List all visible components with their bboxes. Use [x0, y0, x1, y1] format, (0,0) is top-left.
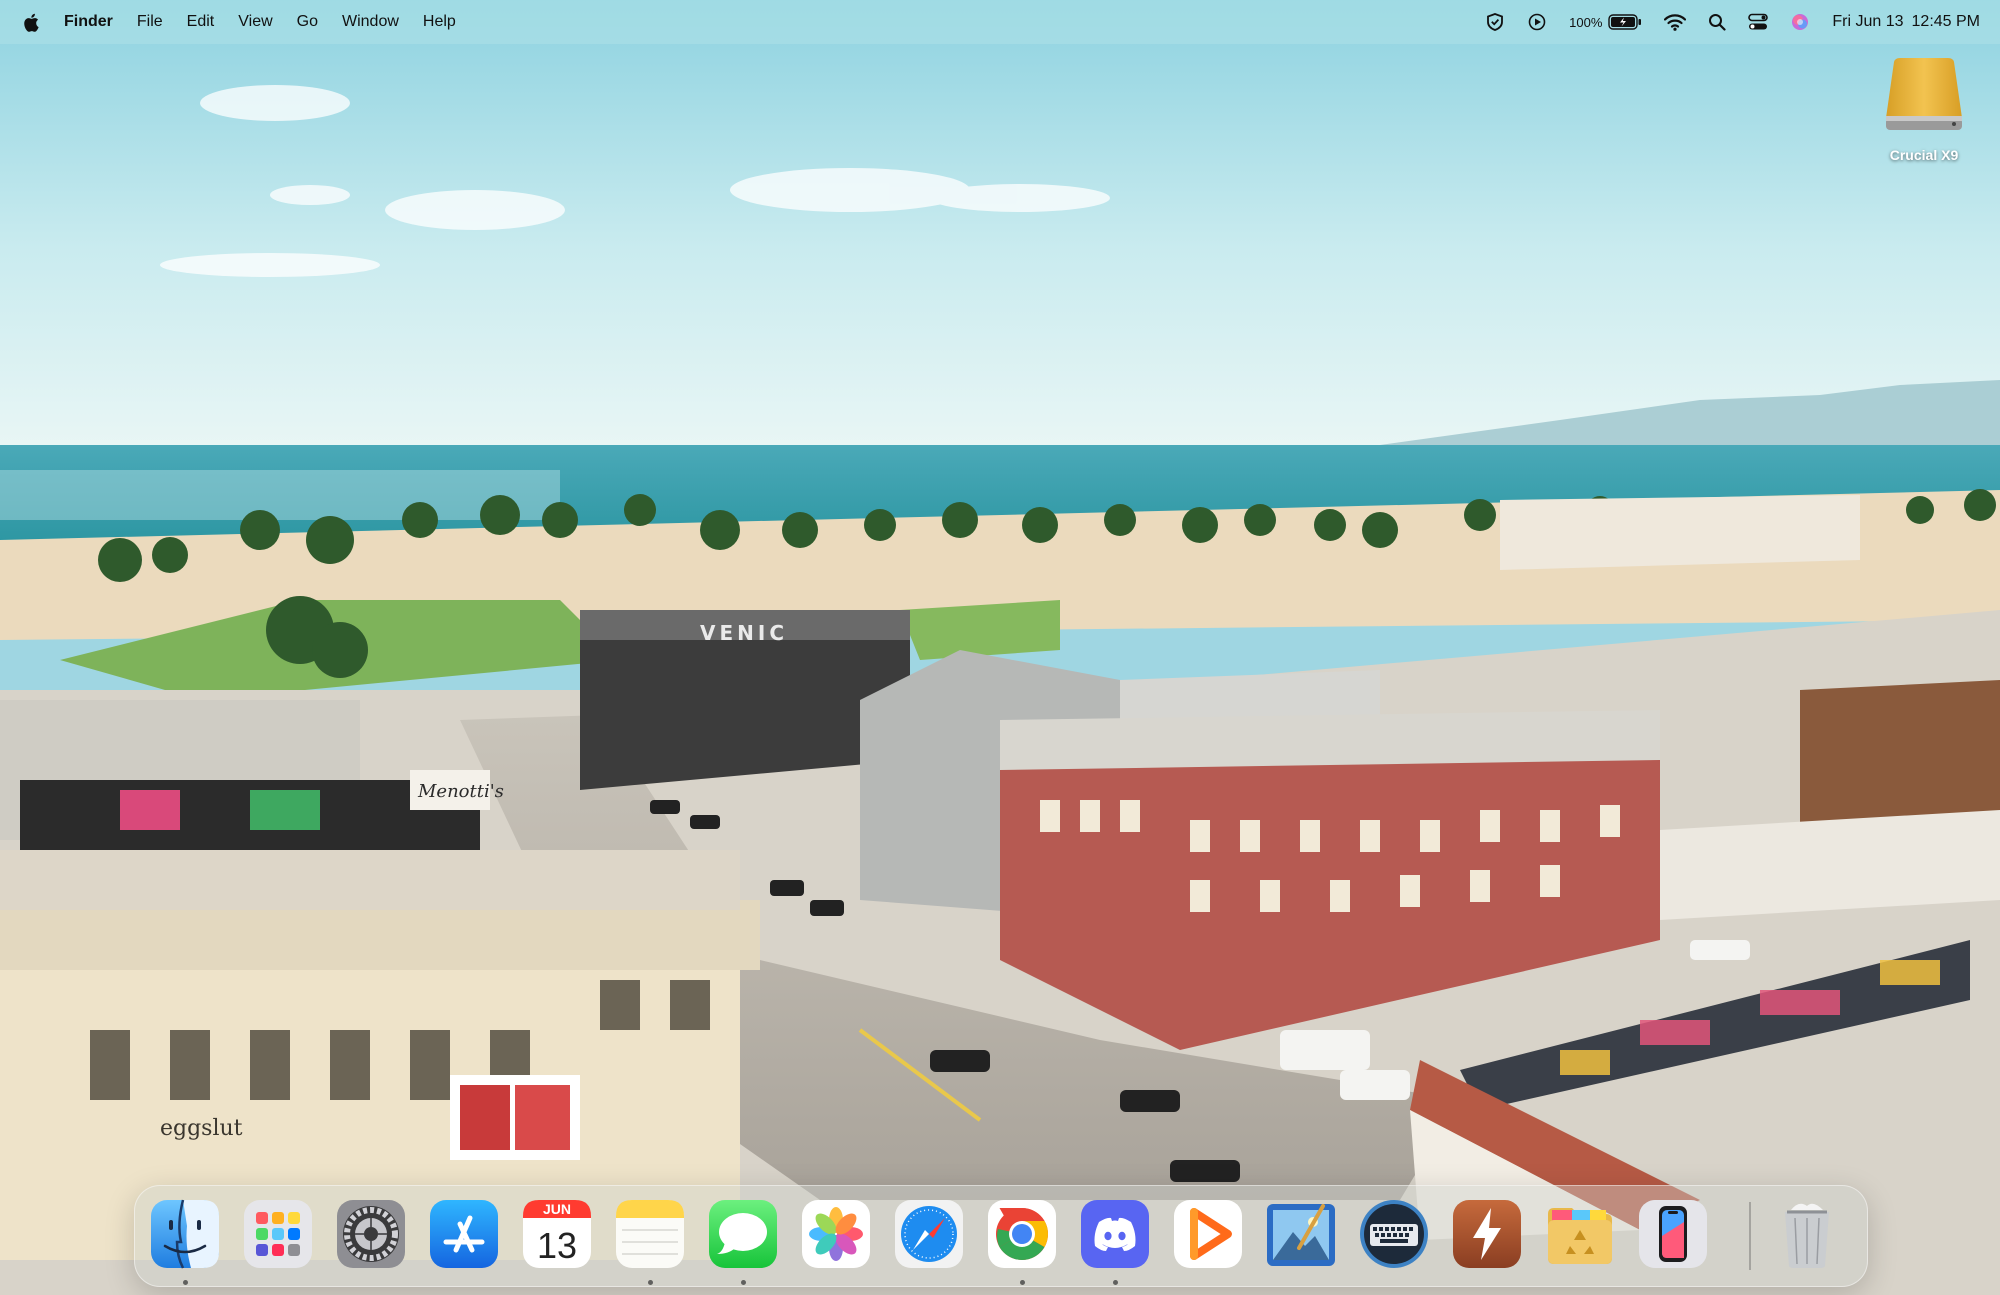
menu-view[interactable]: View — [238, 13, 272, 31]
calendar-month: JUN — [543, 1201, 571, 1217]
apple-menu-icon[interactable] — [22, 11, 40, 33]
calendar-icon: JUN 13 — [519, 1196, 595, 1272]
dock-app-iphone-mirroring[interactable] — [1635, 1196, 1711, 1272]
battery-icon — [1608, 14, 1642, 30]
dock-app-calendar[interactable]: JUN 13 — [519, 1196, 595, 1272]
lightning-bolt-icon — [1449, 1196, 1525, 1272]
preview-icon — [1263, 1196, 1339, 1272]
clock-time: 12:45 PM — [1911, 13, 1980, 30]
external-drive-icon — [1880, 56, 1968, 141]
dock-app-system-settings[interactable] — [333, 1196, 409, 1272]
recycle-folder-icon — [1542, 1196, 1618, 1272]
desktop-item-label: Crucial X9 — [1889, 147, 1959, 163]
photos-icon — [798, 1196, 874, 1272]
siri-icon[interactable] — [1790, 12, 1810, 32]
menu-edit[interactable]: Edit — [187, 13, 215, 31]
discord-icon — [1077, 1196, 1153, 1272]
chrome-icon — [984, 1196, 1060, 1272]
desktop-item-crucial-x9[interactable]: Crucial X9 — [1880, 56, 1968, 163]
running-indicator — [183, 1280, 188, 1285]
desktop-wallpaper: eggslut Menotti's VENIC — [0, 0, 2000, 1295]
messages-icon — [705, 1196, 781, 1272]
running-indicator — [648, 1280, 653, 1285]
keyboard-icon — [1356, 1196, 1432, 1272]
launchpad-icon — [240, 1196, 316, 1272]
dock-separator — [1749, 1202, 1751, 1270]
dock: JUN 13 — [134, 1185, 1868, 1287]
dock-app-safari[interactable] — [891, 1196, 967, 1272]
menu-file[interactable]: File — [137, 13, 163, 31]
shield-icon[interactable] — [1485, 12, 1505, 32]
battery-percent: 100% — [1569, 14, 1603, 30]
menu-window[interactable]: Window — [342, 13, 399, 31]
active-app-name[interactable]: Finder — [64, 13, 113, 31]
menu-bar-clock[interactable]: Fri Jun 13 12:45 PM — [1832, 13, 1980, 31]
system-settings-icon — [333, 1196, 409, 1272]
dock-app-app-store[interactable] — [426, 1196, 502, 1272]
dock-app-chrome[interactable] — [984, 1196, 1060, 1285]
dock-app-notes[interactable] — [612, 1196, 688, 1285]
finder-icon — [147, 1196, 223, 1272]
wifi-icon[interactable] — [1664, 13, 1687, 31]
clock-date: Fri Jun 13 — [1832, 13, 1904, 30]
dock-app-discord[interactable] — [1077, 1196, 1153, 1285]
app-store-icon — [426, 1196, 502, 1272]
running-indicator — [1113, 1280, 1118, 1285]
dock-trash[interactable] — [1769, 1196, 1845, 1272]
dock-app-archive-utility[interactable] — [1542, 1196, 1618, 1272]
wallpaper-text-venice: VENIC — [700, 621, 788, 645]
running-indicator — [1020, 1280, 1025, 1285]
dock-app-reeder[interactable] — [1449, 1196, 1525, 1272]
battery-status[interactable]: 100% — [1569, 14, 1642, 30]
dock-app-keyboard-utility[interactable] — [1356, 1196, 1432, 1272]
safari-icon — [891, 1196, 967, 1272]
iphone-icon — [1635, 1196, 1711, 1272]
wallpaper-text-menottis: Menotti's — [417, 781, 504, 802]
menu-go[interactable]: Go — [297, 13, 318, 31]
wallpaper-text-eggslut: eggslut — [160, 1116, 243, 1141]
play-icon[interactable] — [1527, 12, 1547, 32]
menu-bar: Finder File Edit View Go Window Help 100… — [0, 0, 2000, 44]
running-indicator — [741, 1280, 746, 1285]
dock-app-photos[interactable] — [798, 1196, 874, 1272]
trash-icon — [1769, 1196, 1845, 1272]
control-center-icon[interactable] — [1748, 13, 1769, 31]
dock-app-launchpad[interactable] — [240, 1196, 316, 1272]
dock-app-messages[interactable] — [705, 1196, 781, 1285]
menu-help[interactable]: Help — [423, 13, 456, 31]
infuse-play-icon — [1170, 1196, 1246, 1272]
calendar-day: 13 — [537, 1225, 577, 1266]
dock-app-infuse[interactable] — [1170, 1196, 1246, 1272]
dock-app-preview[interactable] — [1263, 1196, 1339, 1272]
search-icon[interactable] — [1708, 13, 1726, 31]
notes-icon — [612, 1196, 688, 1272]
dock-app-finder[interactable] — [147, 1196, 223, 1285]
